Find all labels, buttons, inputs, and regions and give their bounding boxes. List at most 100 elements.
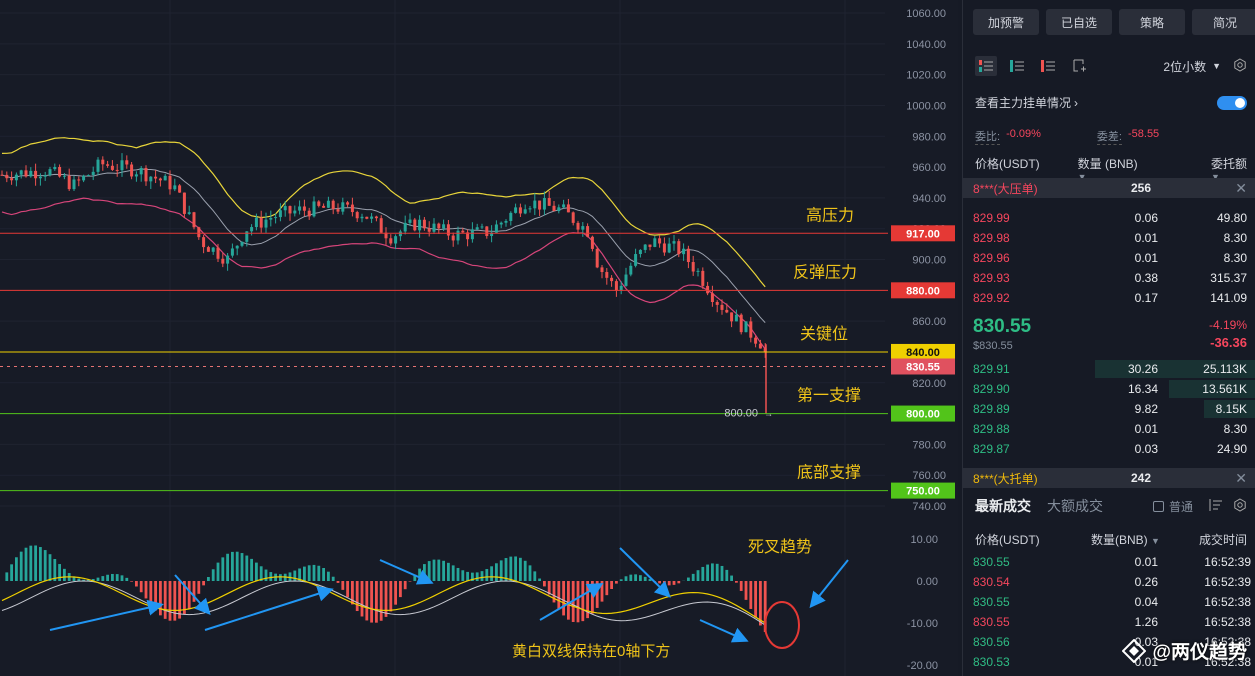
tab-large-trades[interactable]: 大额成交 bbox=[1047, 496, 1103, 516]
orderbook-row[interactable]: 829.92 0.17 141.09 bbox=[963, 288, 1255, 308]
row-qty: 0.01 bbox=[1134, 422, 1158, 436]
view-main-orders[interactable]: 查看主力挂单情况 › bbox=[975, 94, 1247, 111]
orderbook-row[interactable]: 829.89 9.82 8.15K bbox=[963, 399, 1255, 419]
level-tag-text: 800.00 bbox=[906, 409, 940, 421]
candle-body bbox=[614, 281, 618, 291]
candle-body bbox=[211, 247, 215, 252]
orderbook-row[interactable]: 829.88 0.01 8.30 bbox=[963, 419, 1255, 439]
macd-bar bbox=[735, 581, 738, 583]
strategy-button[interactable]: 策略 bbox=[1119, 9, 1185, 35]
main-orders-toggle[interactable] bbox=[1217, 95, 1247, 110]
macd-bar bbox=[10, 564, 13, 581]
filter-icon[interactable] bbox=[1208, 498, 1222, 514]
diff-value: -58.55 bbox=[1127, 128, 1160, 140]
candle-body bbox=[206, 247, 210, 252]
big-ask-order[interactable]: 8***(大压单) 256 ✕ bbox=[963, 178, 1255, 198]
candle-body bbox=[202, 237, 206, 248]
orderbook-row[interactable]: 829.90 16.34 13.561K bbox=[963, 379, 1255, 399]
candle-body bbox=[590, 236, 594, 249]
candle-body bbox=[638, 249, 642, 255]
macd-bar bbox=[63, 568, 66, 581]
settings-icon[interactable] bbox=[1233, 57, 1247, 75]
orderbook-row[interactable]: 829.96 0.01 8.30 bbox=[963, 248, 1255, 268]
candle-body bbox=[653, 238, 657, 247]
top-buttons: 加预警 已自选 策略 简况 bbox=[973, 9, 1255, 35]
macd-bar bbox=[317, 565, 321, 581]
add-alert-button[interactable]: 加预警 bbox=[973, 9, 1039, 35]
orderbook-row[interactable]: 829.99 0.06 49.80 bbox=[963, 208, 1255, 228]
candle-body bbox=[293, 210, 297, 214]
row-price: 829.96 bbox=[973, 251, 1010, 265]
candle-body bbox=[0, 174, 4, 176]
candle-body bbox=[173, 185, 177, 190]
decimals-select[interactable]: 2位小数 ▼ bbox=[1163, 57, 1247, 75]
macd-tick: 0.00 bbox=[917, 576, 938, 588]
macd-bar bbox=[639, 575, 642, 581]
candle-body bbox=[451, 235, 455, 241]
candle-body bbox=[634, 254, 638, 266]
big-bid-order[interactable]: 8***(大托单) 242 ✕ bbox=[963, 468, 1255, 488]
settings-icon[interactable] bbox=[1233, 497, 1247, 515]
trades-header-qty[interactable]: 数量(BNB) ▼ bbox=[1091, 531, 1160, 548]
trend-arrow bbox=[699, 619, 749, 643]
macd-bar bbox=[480, 571, 484, 581]
macd-bar bbox=[562, 581, 565, 616]
trade-time: 16:52:38 bbox=[1204, 595, 1251, 609]
candle-body bbox=[43, 175, 47, 177]
trades-tabs: 最新成交 大额成交 普通 bbox=[975, 496, 1247, 516]
orderbook-row[interactable]: 829.93 0.38 315.37 bbox=[963, 268, 1255, 288]
macd-bar bbox=[58, 564, 61, 581]
tab-latest-trades[interactable]: 最新成交 bbox=[975, 496, 1031, 516]
macd-bar bbox=[168, 581, 172, 621]
price-tick: 940.00 bbox=[912, 193, 946, 205]
expand-icon[interactable] bbox=[1068, 56, 1090, 76]
candle-body bbox=[475, 227, 479, 230]
candle-body bbox=[283, 206, 287, 211]
candlestick-chart[interactable]: 1060.00 1040.00 1020.00 1000.00 980.00 960.00… bbox=[0, 0, 958, 676]
macd-bar bbox=[528, 565, 532, 581]
orderbook-both-icon[interactable] bbox=[975, 56, 997, 76]
candle-body bbox=[144, 168, 148, 182]
overview-button[interactable]: 简况 bbox=[1192, 9, 1255, 35]
death-cross-circle bbox=[764, 601, 800, 649]
macd-bar bbox=[139, 581, 143, 593]
macd-bar bbox=[149, 581, 153, 605]
orderbook-row[interactable]: 829.87 0.03 24.90 bbox=[963, 439, 1255, 459]
row-total: 49.80 bbox=[1216, 211, 1247, 225]
orderbook-row[interactable]: 829.98 0.01 8.30 bbox=[963, 228, 1255, 248]
candle-body bbox=[72, 179, 76, 190]
candle-body bbox=[581, 226, 585, 230]
macd-bar bbox=[749, 581, 753, 609]
trade-time: 16:52:39 bbox=[1204, 575, 1251, 589]
price-tick: 1040.00 bbox=[906, 39, 946, 51]
orderbook-bids-icon[interactable] bbox=[1006, 56, 1028, 76]
trend-arrow bbox=[49, 599, 164, 631]
chart-area[interactable]: 1060.00 1040.00 1020.00 1000.00 980.00 960.00… bbox=[0, 0, 958, 676]
macd-bar bbox=[355, 581, 359, 612]
last-price-block: 830.55 $830.55 -4.19% -36.36 bbox=[973, 316, 1247, 356]
candle-body bbox=[163, 175, 167, 181]
candle-body bbox=[413, 219, 417, 231]
macd-bar bbox=[389, 581, 393, 612]
candle-body bbox=[149, 176, 153, 182]
macd-note-label: 黄白双线保持在0轴下方 bbox=[512, 643, 670, 660]
row-total: 8.30 bbox=[1223, 251, 1247, 265]
low-marker-arrow: → bbox=[764, 409, 773, 419]
watchlist-button[interactable]: 已自选 bbox=[1046, 9, 1112, 35]
macd-bar bbox=[442, 560, 445, 581]
row-qty: 16.34 bbox=[1127, 382, 1158, 396]
normal-filter[interactable]: 普通 bbox=[1152, 497, 1247, 515]
candle-body bbox=[461, 230, 465, 233]
normal-checkbox[interactable] bbox=[1152, 500, 1164, 512]
row-total: 13.561K bbox=[1202, 382, 1247, 396]
last-price: 830.55 bbox=[973, 316, 1032, 337]
row-price: 829.87 bbox=[973, 442, 1010, 456]
macd-bar bbox=[567, 581, 570, 620]
orderbook-asks-icon[interactable] bbox=[1037, 56, 1059, 76]
orderbook-row[interactable]: 829.91 30.26 25.113K bbox=[963, 359, 1255, 379]
candle-body bbox=[437, 223, 441, 229]
close-icon[interactable]: ✕ bbox=[1235, 180, 1247, 197]
trades-header-time: 成交时间 bbox=[1198, 533, 1247, 547]
close-icon[interactable]: ✕ bbox=[1235, 470, 1247, 487]
candle-body bbox=[470, 229, 474, 240]
